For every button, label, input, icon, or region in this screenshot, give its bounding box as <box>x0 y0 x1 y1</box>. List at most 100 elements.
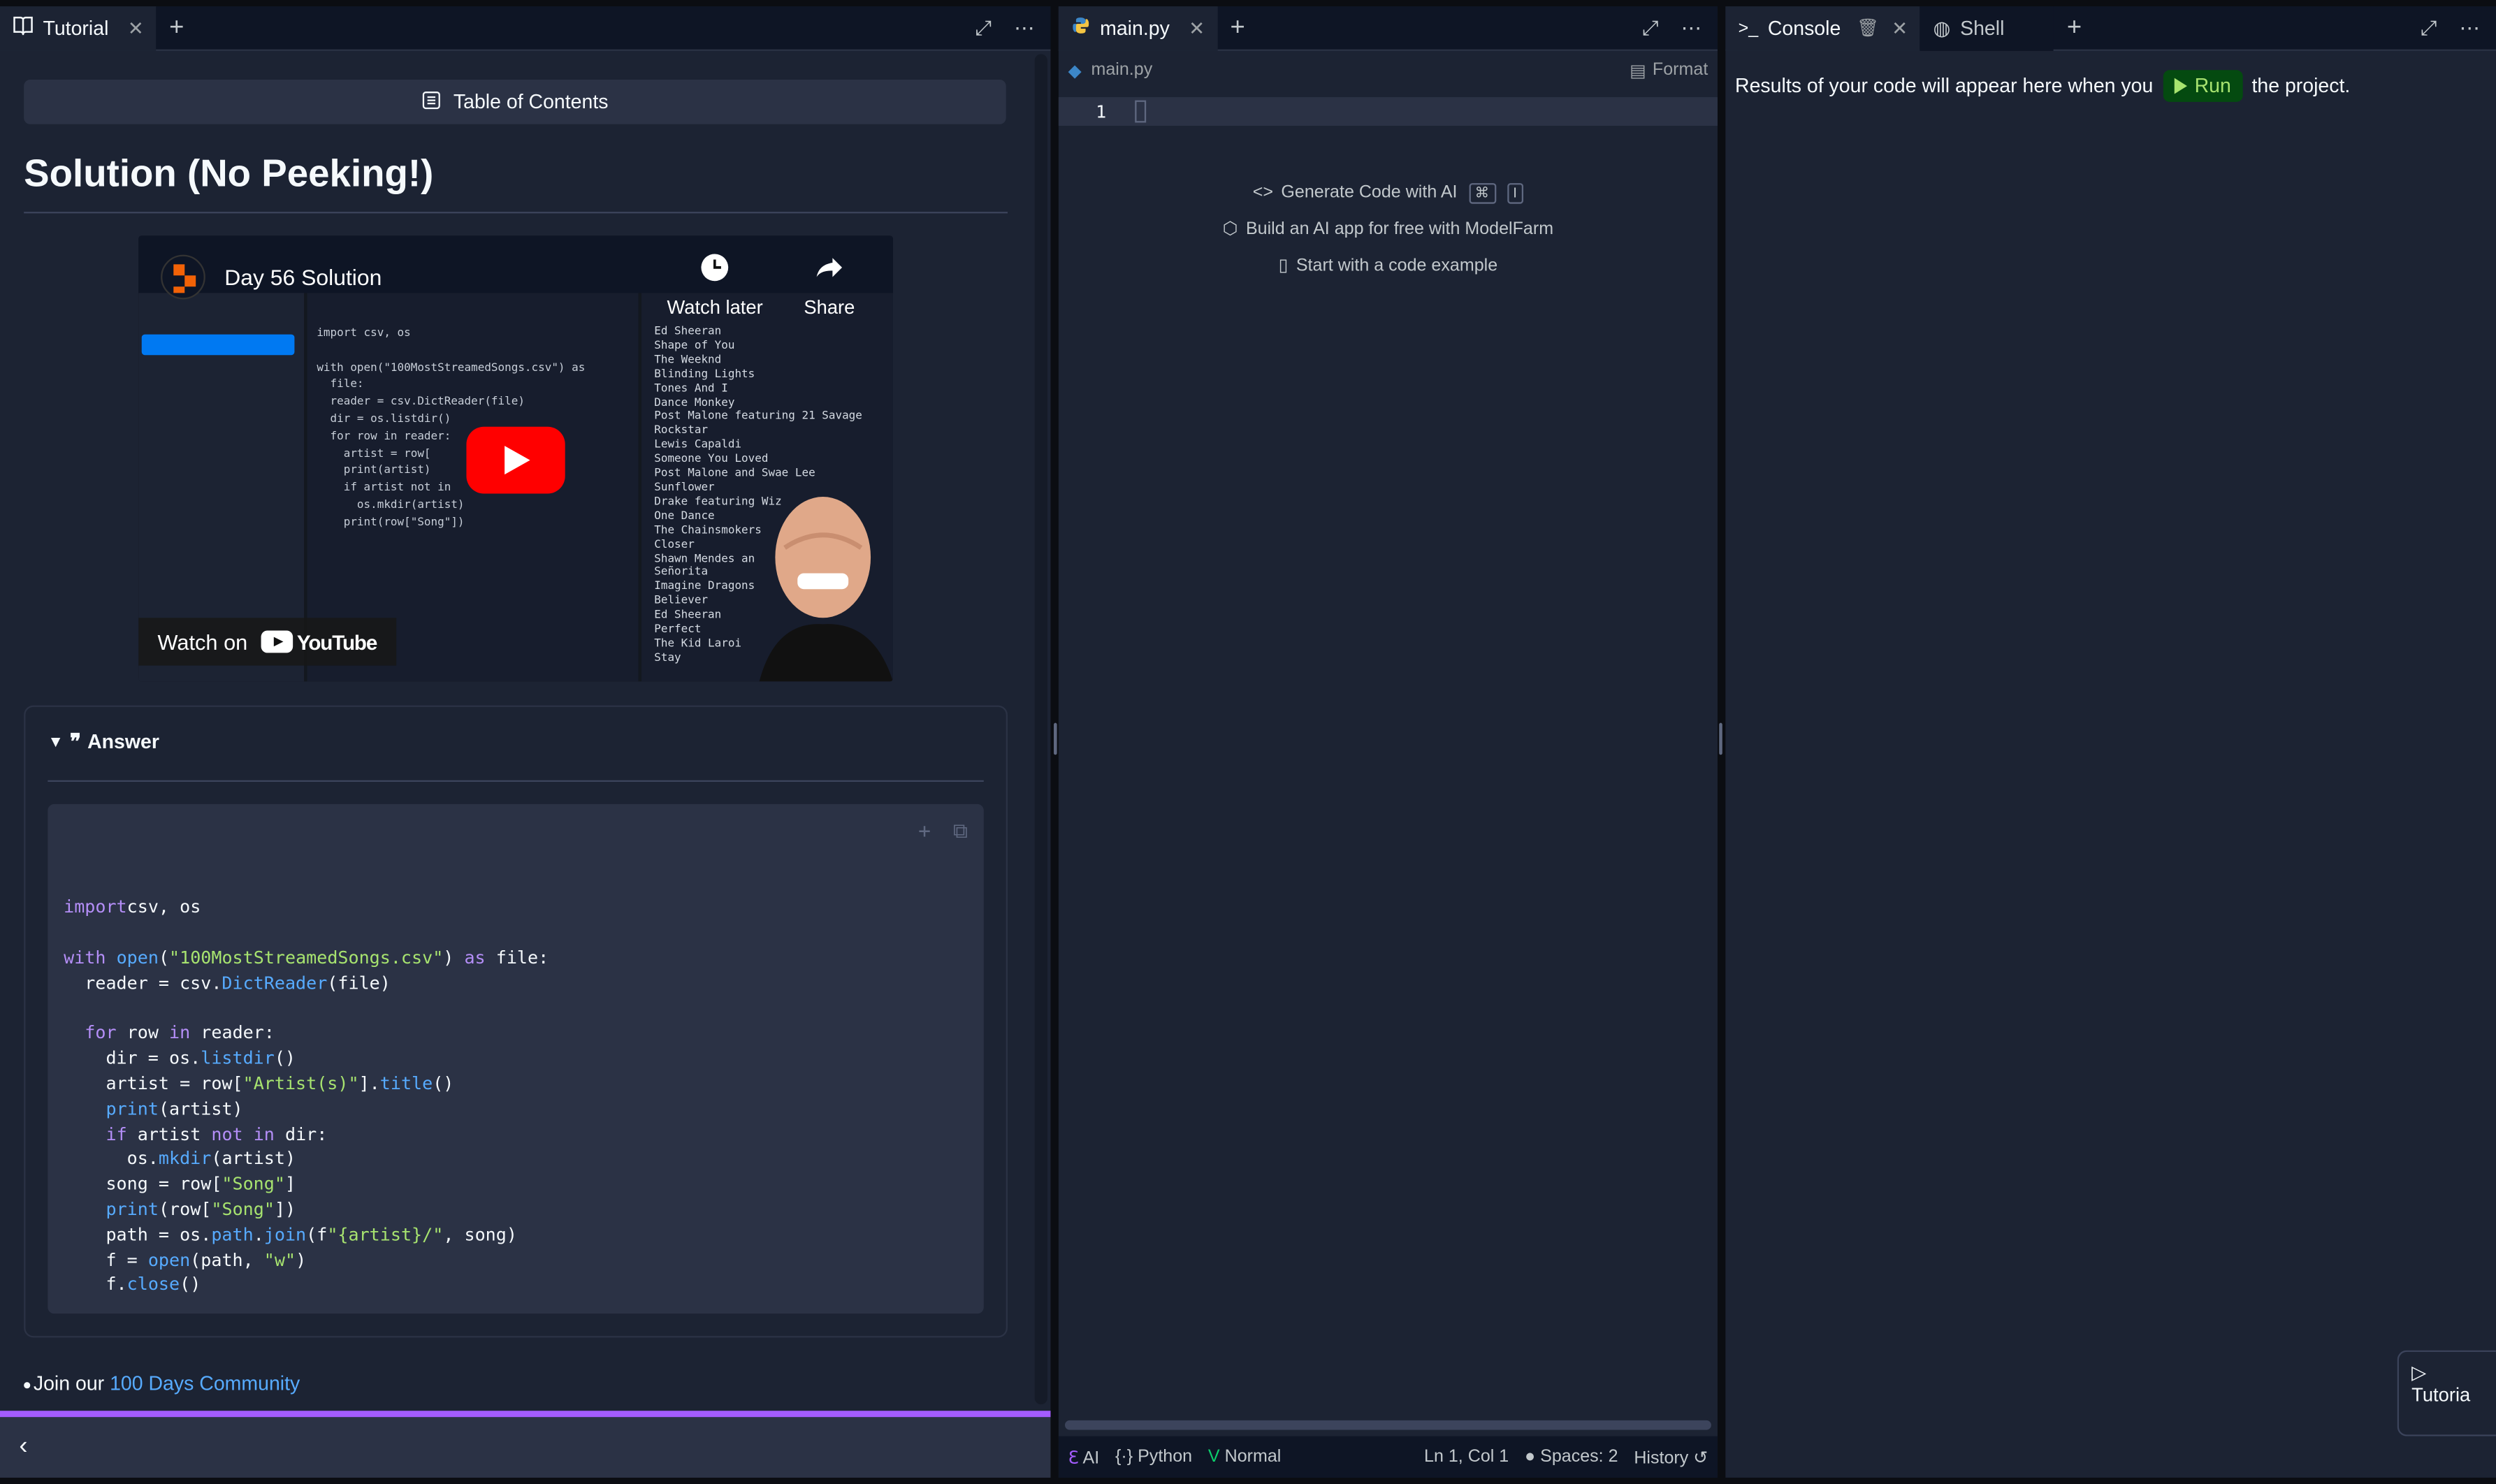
code-example-link[interactable]: ▯ Start with a code example <box>1059 249 1718 285</box>
add-tab-button[interactable]: + <box>1217 13 1258 42</box>
ai-status[interactable]: ℇ AI <box>1068 1446 1100 1467</box>
list-item-prefix: Join our <box>33 1372 110 1395</box>
play-icon <box>2173 78 2187 94</box>
code-line-1[interactable]: 1 <box>1058 97 1718 126</box>
code-line: print(row["Song"]) <box>64 1198 968 1223</box>
status-bar: ℇ AI {·} Python V Normal Ln 1, Col 1 ● S… <box>1058 1436 1718 1478</box>
format-button[interactable]: ▤ Format <box>1630 59 1708 80</box>
code-line: importcsv, os <box>64 896 968 921</box>
code-token: () <box>274 1047 296 1069</box>
tab-console[interactable]: >_ Console 🗑 ✕ <box>1725 5 1921 50</box>
code-token: ) <box>296 1249 307 1270</box>
add-tab-button[interactable]: + <box>157 13 197 42</box>
table-of-contents-button[interactable]: Table of Contents <box>24 79 1006 124</box>
video-title[interactable]: Day 56 Solution <box>224 264 382 289</box>
trash-icon[interactable]: 🗑 <box>1857 17 1879 38</box>
list-item-link[interactable]: Discord <box>110 1403 177 1408</box>
run-button[interactable]: Run <box>2163 70 2242 102</box>
ai-label: AI <box>1082 1448 1100 1468</box>
run-label: Run <box>2194 75 2231 98</box>
tutorial-float-button[interactable]: ▷ Tutoria <box>2397 1350 2496 1436</box>
code-token: f. <box>64 1274 127 1295</box>
answer-summary[interactable]: ▼ ❞ Answer <box>48 729 984 782</box>
cursor-position[interactable]: Ln 1, Col 1 <box>1424 1448 1509 1467</box>
more-options-icon[interactable]: ⋯ <box>2460 15 2481 41</box>
format-label: Format <box>1652 60 1708 80</box>
code-token: artist = row[ <box>64 1072 243 1094</box>
code-example-label: Start with a code example <box>1296 256 1498 276</box>
close-icon[interactable]: ✕ <box>1892 17 1908 39</box>
editor-tabbar: main.py ✕ + ⤢ ⋯ <box>1058 5 1718 51</box>
resize-handle[interactable] <box>1719 722 1722 755</box>
share-icon <box>804 252 855 288</box>
close-icon[interactable]: ✕ <box>1189 17 1205 39</box>
horizontal-scrollbar[interactable] <box>1064 1420 1711 1430</box>
expand-icon[interactable]: ⤢ <box>1642 15 1659 41</box>
add-tab-button[interactable]: + <box>2054 13 2095 42</box>
indent-setting[interactable]: ● Spaces: 2 <box>1525 1448 1618 1467</box>
language-status[interactable]: {·} Python <box>1115 1448 1192 1467</box>
code-token: () <box>433 1072 454 1094</box>
close-icon[interactable]: ✕ <box>128 17 144 39</box>
clock-icon <box>667 252 762 288</box>
terminal-prompt-icon: >_ <box>1738 18 1759 38</box>
file-icon: ▯ <box>1278 256 1289 276</box>
cube-icon: ⬡ <box>1222 219 1238 239</box>
code-token: open <box>147 1249 191 1270</box>
code-token: , song) <box>443 1223 517 1245</box>
play-button[interactable] <box>466 426 565 494</box>
more-options-icon[interactable]: ⋯ <box>1681 15 1702 41</box>
list-item: Join our Discord <box>24 1403 1008 1408</box>
tab-main-py[interactable]: main.py ✕ <box>1058 5 1218 50</box>
code-line: dir = os.listdir() <box>64 1047 968 1072</box>
code-token: artist <box>126 1123 212 1144</box>
code-token: mkdir <box>158 1148 212 1170</box>
answer-label: Answer <box>87 731 159 753</box>
code-token: close <box>126 1274 180 1295</box>
resize-handle[interactable] <box>1054 722 1057 755</box>
vim-mode-status[interactable]: V Normal <box>1208 1448 1281 1467</box>
vertical-scrollbar[interactable] <box>1034 54 1047 1405</box>
code-token: if <box>106 1123 127 1144</box>
copy-icon[interactable]: ⧉ <box>953 820 968 845</box>
code-token: (artist) <box>158 1098 243 1119</box>
share-button[interactable]: Share <box>804 252 855 319</box>
generate-code-ai-link[interactable]: <> Generate Code with AI ⌘ I <box>1059 175 1718 212</box>
line-number: 1 <box>1096 101 1107 122</box>
code-token: print <box>106 1198 159 1220</box>
code-line: f = open(path, "w") <box>64 1248 968 1273</box>
expand-icon[interactable]: ⤢ <box>2421 15 2437 41</box>
code-line: path = os.path.join(f"{artist}/", song) <box>64 1223 968 1248</box>
page-title: Solution (No Peeking!) <box>24 153 1008 214</box>
code-token: title <box>379 1072 433 1094</box>
code-token: . <box>253 1223 264 1245</box>
tab-tutorial[interactable]: Tutorial ✕ <box>0 5 157 50</box>
code-token: f = <box>64 1249 148 1270</box>
more-options-icon[interactable]: ⋯ <box>1014 15 1035 41</box>
list-item: Join our 100 Days Community <box>24 1367 1008 1403</box>
add-icon[interactable]: + <box>918 820 931 845</box>
presenter-thumbnail <box>759 490 893 682</box>
watch-on-youtube-link[interactable]: Watch on YouTube <box>138 618 396 666</box>
code-token: os. <box>64 1148 159 1170</box>
breadcrumb: ◆ main.py ▤ Format <box>1059 51 1718 89</box>
breadcrumb-file[interactable]: main.py <box>1091 61 1152 80</box>
tab-shell[interactable]: ◍ Shell <box>1920 5 2054 50</box>
tutorial-content[interactable]: Table of Contents Solution (No Peeking!)… <box>0 51 1031 1408</box>
code-line: song = row["Song"] <box>64 1172 968 1198</box>
code-token: song = row[ <box>64 1173 222 1195</box>
expand-icon[interactable]: ⤢ <box>975 15 992 41</box>
watch-later-button[interactable]: Watch later <box>667 252 763 319</box>
history-button[interactable]: History ↺ <box>1634 1446 1708 1467</box>
list-item-prefix: Join our <box>34 1403 110 1408</box>
list-item-link[interactable]: 100 Days Community <box>110 1367 300 1403</box>
youtube-video-embed[interactable]: import csv, os with open("100MostStreame… <box>138 235 893 682</box>
chevron-left-icon[interactable]: ‹ <box>19 1433 27 1462</box>
modelfarm-link[interactable]: ⬡ Build an AI app for free with ModelFar… <box>1059 212 1718 248</box>
tab-console-label: Console <box>1767 16 1841 39</box>
